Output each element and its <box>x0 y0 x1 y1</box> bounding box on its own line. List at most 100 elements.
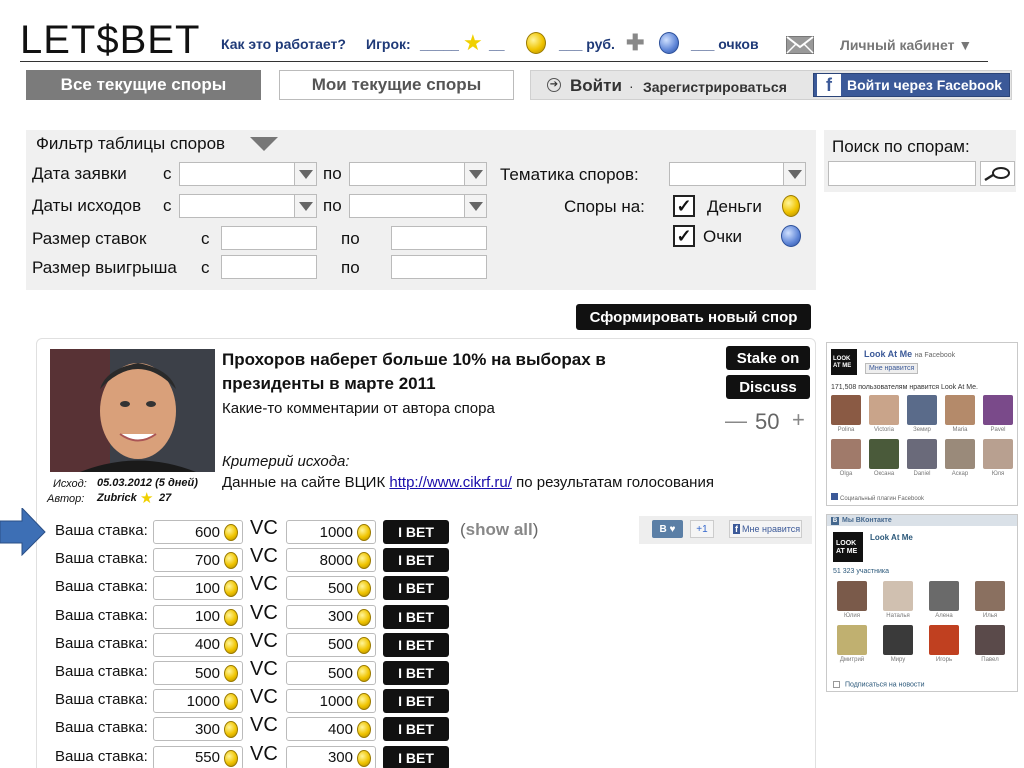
stake-amount-field[interactable]: 400 <box>153 632 243 657</box>
versus-label: VC <box>250 517 278 539</box>
avatar[interactable] <box>945 439 975 469</box>
plus-icon[interactable]: ✚ <box>626 30 644 56</box>
outcome-value: 05.03.2012 (5 дней) <box>97 477 198 489</box>
login-link[interactable]: Войти <box>570 76 622 96</box>
stake-on-button[interactable]: Stake on <box>726 346 810 370</box>
vk-widget-name[interactable]: Look At Me <box>870 533 913 542</box>
stake-amount: 500 <box>194 664 220 682</box>
stake-amount-field[interactable]: 550 <box>153 745 243 768</box>
avatar[interactable] <box>883 581 913 611</box>
vk-share-button[interactable]: В ♥ <box>652 520 683 538</box>
i-bet-button[interactable]: I BET <box>383 745 449 768</box>
discuss-button[interactable]: Discuss <box>726 375 810 399</box>
date-from-select[interactable] <box>179 162 317 186</box>
stake-amount-field[interactable]: 100 <box>153 576 243 601</box>
avatar[interactable] <box>975 581 1005 611</box>
fb-widget-like-button[interactable]: Мне нравится <box>865 363 919 374</box>
fb-widget-title[interactable]: Look At Me на Facebook <box>864 349 955 359</box>
win-amount-field[interactable]: 500 <box>286 576 376 601</box>
i-bet-button[interactable]: I BET <box>383 576 449 601</box>
avatar[interactable] <box>975 625 1005 655</box>
avatar[interactable] <box>929 581 959 611</box>
stake-from-input[interactable] <box>221 226 317 250</box>
avatar[interactable] <box>907 439 937 469</box>
search-button[interactable] <box>980 161 1015 186</box>
vk-subscribe-option[interactable]: Подписаться на новости <box>833 681 925 688</box>
win-amount: 1000 <box>319 523 353 541</box>
i-bet-button[interactable]: I BET <box>383 661 449 685</box>
stake-amount-field[interactable]: 1000 <box>153 689 243 714</box>
stake-to-input[interactable] <box>391 226 487 250</box>
how-it-works-link[interactable]: Как это работает? <box>221 36 346 52</box>
stake-amount-field[interactable]: 300 <box>153 717 243 742</box>
dispute-title[interactable]: Прохоров наберет больше 10% на выборах в… <box>222 348 712 396</box>
i-bet-button[interactable]: I BET <box>383 520 449 544</box>
points-checkbox[interactable]: ✓ <box>673 225 695 247</box>
win-amount-field[interactable]: 8000 <box>286 548 376 573</box>
register-link[interactable]: Зарегистрироваться <box>643 79 787 95</box>
stake-amount-field[interactable]: 100 <box>153 604 243 629</box>
coin-icon <box>357 693 371 711</box>
facebook-login-button[interactable]: f Войти через Facebook <box>813 73 1010 97</box>
i-bet-button[interactable]: I BET <box>383 604 449 629</box>
search-input[interactable] <box>828 161 976 186</box>
avatar[interactable] <box>945 395 975 425</box>
stake-size-label: Размер ставок <box>32 229 147 248</box>
i-bet-button[interactable]: I BET <box>383 717 449 742</box>
fb-like-button[interactable]: f Мне нравится <box>729 520 802 538</box>
avatar[interactable] <box>837 625 867 655</box>
counter-plus-button[interactable]: + <box>792 407 805 433</box>
win-amount-field[interactable]: 300 <box>286 745 376 768</box>
outcome-from-label: с <box>163 196 172 215</box>
avatar[interactable] <box>831 439 861 469</box>
avatar[interactable] <box>983 395 1013 425</box>
stake-from-label: с <box>201 229 210 248</box>
avatar[interactable] <box>907 395 937 425</box>
coin-icon <box>224 693 238 711</box>
avatar[interactable] <box>929 625 959 655</box>
avatar[interactable] <box>831 395 861 425</box>
win-amount-field[interactable]: 1000 <box>286 689 376 714</box>
tab-my-disputes[interactable]: Мои текущие споры <box>279 70 514 100</box>
money-checkbox[interactable]: ✓ <box>673 195 695 217</box>
win-amount-field[interactable]: 500 <box>286 661 376 685</box>
i-bet-button[interactable]: I BET <box>383 632 449 657</box>
coin-icon <box>224 665 238 682</box>
tab-all-disputes[interactable]: Все текущие споры <box>26 70 261 100</box>
plus-one-button[interactable]: +1 <box>690 520 714 538</box>
win-to-input[interactable] <box>391 255 487 279</box>
win-amount-field[interactable]: 300 <box>286 604 376 629</box>
mail-icon[interactable] <box>786 36 814 54</box>
win-from-input[interactable] <box>221 255 317 279</box>
member-name: Наталья <box>886 613 910 619</box>
stake-amount-field[interactable]: 700 <box>153 548 243 573</box>
filter-toggle-icon[interactable] <box>250 137 278 151</box>
win-amount-field[interactable]: 1000 <box>286 520 376 544</box>
logo[interactable]: LET$BET <box>20 18 200 63</box>
i-bet-button[interactable]: I BET <box>383 689 449 714</box>
date-to-select[interactable] <box>349 162 487 186</box>
outcome-to-select[interactable] <box>349 194 487 218</box>
avatar[interactable] <box>869 439 899 469</box>
new-dispute-button[interactable]: Сформировать новый спор <box>576 304 811 330</box>
bet-row-label: Ваша ставка: <box>55 747 148 765</box>
avatar[interactable] <box>869 395 899 425</box>
avatar[interactable] <box>983 439 1013 469</box>
outcome-from-select[interactable] <box>179 194 317 218</box>
vk-subscribe-checkbox[interactable] <box>833 681 840 688</box>
avatar[interactable] <box>837 581 867 611</box>
topic-select[interactable] <box>669 162 806 186</box>
win-amount-field[interactable]: 400 <box>286 717 376 742</box>
vk-widget-count: 51 323 участника <box>833 568 889 575</box>
avatar[interactable] <box>883 625 913 655</box>
stake-amount-field[interactable]: 600 <box>153 520 243 544</box>
author-name[interactable]: Zubrick <box>97 492 137 504</box>
i-bet-button[interactable]: I BET <box>383 548 449 573</box>
cabinet-menu[interactable]: Личный кабинет ▼ <box>840 37 972 53</box>
coin-icon <box>224 524 238 541</box>
stake-amount-field[interactable]: 500 <box>153 661 243 685</box>
show-all-link[interactable]: (show all) <box>460 520 538 540</box>
criterion-link[interactable]: http://www.cikrf.ru/ <box>389 474 512 491</box>
counter-minus-button[interactable]: — <box>725 408 747 434</box>
win-amount-field[interactable]: 500 <box>286 632 376 657</box>
